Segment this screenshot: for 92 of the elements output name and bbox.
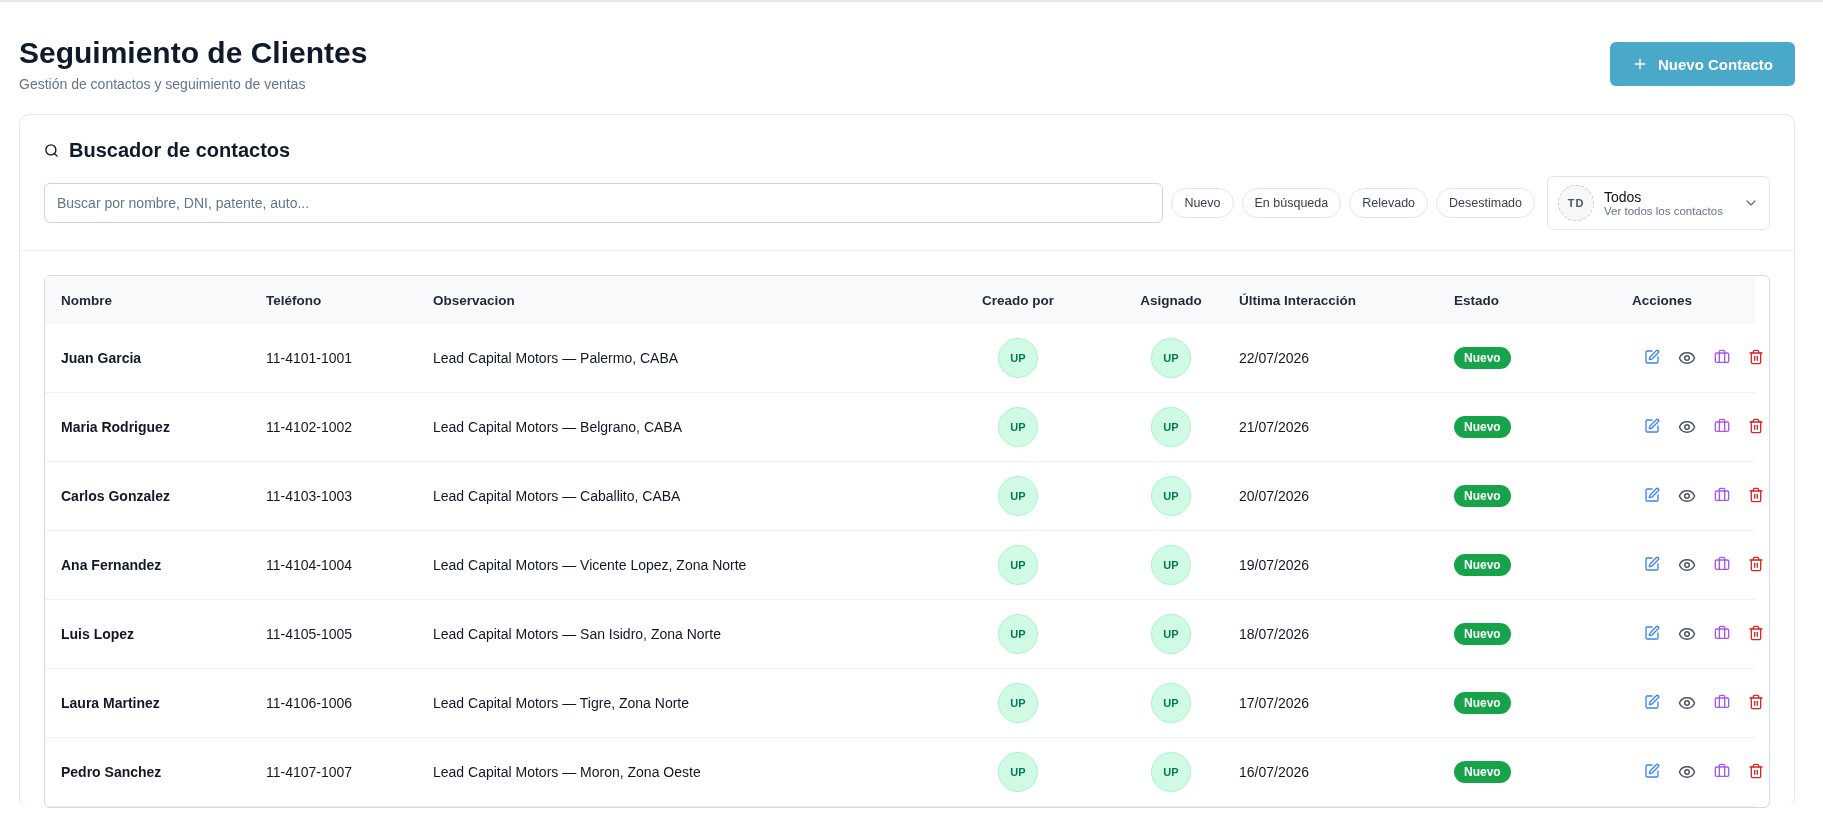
search-icon [44, 143, 59, 158]
name-cell-text: Pedro Sanchez [61, 764, 163, 780]
note-cell-text: Lead Capital Motors — San Isidro, Zona Norte [433, 626, 722, 642]
creator-avatar: UP [998, 683, 1038, 723]
view-button[interactable] [1678, 556, 1696, 574]
name-cell-text: Luis Lopez [61, 626, 136, 642]
note-cell-text: Lead Capital Motors — Moron, Zona Oeste [433, 764, 702, 780]
phone-cell-text: 11-4102-1002 [266, 419, 354, 435]
name-cell-text: Maria Rodriguez [61, 419, 171, 435]
edit-button[interactable] [1644, 694, 1660, 712]
filter-chip[interactable]: En búsqueda [1241, 188, 1342, 218]
date-cell-text: 16/07/2026 [1239, 764, 1311, 780]
creator-avatar: UP [998, 614, 1038, 654]
creator-avatar: UP [998, 476, 1038, 516]
column-header: Asignado [1140, 292, 1202, 308]
column-header: Teléfono [266, 292, 322, 308]
select-title: Todos [1604, 189, 1643, 205]
assignee-avatar: UP [1151, 476, 1191, 516]
column-header: Observacion [433, 292, 515, 308]
assignee-avatar: UP [1151, 545, 1191, 585]
date-cell-text: 19/07/2026 [1239, 557, 1311, 573]
edit-button[interactable] [1644, 487, 1660, 505]
panel-title: Buscador de contactos [69, 139, 291, 162]
edit-button[interactable] [1644, 625, 1660, 643]
phone-cell-text: 11-4106-1006 [266, 695, 354, 711]
search-field[interactable]: Buscar por nombre, DNI, patente, auto... [44, 183, 1164, 223]
phone-cell-text: 11-4105-1005 [266, 626, 354, 642]
view-button[interactable] [1678, 763, 1696, 781]
note-cell-text: Lead Capital Motors — Palermo, CABA [433, 350, 680, 366]
column-header: Creado por [982, 292, 1054, 308]
page-subtitle: Gestión de contactos y seguimiento de ventas [19, 76, 307, 92]
filter-chip[interactable]: Relevado [1349, 188, 1429, 218]
edit-button[interactable] [1644, 418, 1660, 436]
edit-button[interactable] [1644, 349, 1660, 367]
delete-button[interactable] [1748, 556, 1764, 574]
note-cell-text: Lead Capital Motors — Tigre, Zona Norte [433, 695, 690, 711]
delete-button[interactable] [1748, 694, 1764, 712]
status-badge: Nuevo [1454, 485, 1511, 507]
assignee-avatar: UP [1151, 614, 1191, 654]
select-subtitle: Ver todos los contactos [1604, 205, 1724, 217]
phone-cell-text: 11-4107-1007 [266, 764, 354, 780]
user-select[interactable]: TD Todos Ver todos los contactos [1547, 176, 1770, 230]
phone-cell-text: 11-4103-1003 [266, 488, 354, 504]
date-cell-text: 18/07/2026 [1239, 626, 1311, 642]
name-cell-text: Laura Martinez [61, 695, 161, 711]
view-button[interactable] [1678, 418, 1696, 436]
view-button[interactable] [1678, 694, 1696, 712]
note-cell-text: Lead Capital Motors — Caballito, CABA [433, 488, 682, 504]
status-badge: Nuevo [1454, 554, 1511, 576]
phone-cell-text: 11-4104-1004 [266, 557, 354, 573]
status-badge: Nuevo [1454, 347, 1511, 369]
column-header: Estado [1454, 292, 1499, 308]
column-header: Acciones [1632, 292, 1693, 308]
edit-button[interactable] [1644, 763, 1660, 781]
delete-button[interactable] [1748, 487, 1764, 505]
date-cell-text: 22/07/2026 [1239, 350, 1311, 366]
phone-cell-text: 11-4101-1001 [266, 350, 354, 366]
date-cell-text: 17/07/2026 [1239, 695, 1311, 711]
assignee-avatar: UP [1151, 683, 1191, 723]
status-badge: Nuevo [1454, 761, 1511, 783]
creator-avatar: UP [998, 407, 1038, 447]
avatar-initials: TD [1558, 185, 1594, 221]
date-cell-text: 20/07/2026 [1239, 488, 1311, 504]
page-title: Seguimiento de Clientes [19, 36, 368, 70]
status-badge: Nuevo [1454, 416, 1511, 438]
view-button[interactable] [1678, 349, 1696, 367]
note-cell-text: Lead Capital Motors — Vicente Lopez, Zona Norte [433, 557, 748, 573]
delete-button[interactable] [1748, 763, 1764, 781]
name-cell-text: Carlos Gonzalez [61, 488, 171, 504]
assignee-avatar: UP [1151, 338, 1191, 378]
name-cell-text: Ana Fernandez [61, 557, 163, 573]
status-badge: Nuevo [1454, 692, 1511, 714]
name-cell-text: Juan Garcia [61, 350, 143, 366]
plus-icon [1632, 56, 1648, 72]
filter-chip[interactable]: Desestimado [1436, 188, 1535, 218]
assignee-avatar: UP [1151, 752, 1191, 792]
date-cell-text: 21/07/2026 [1239, 419, 1311, 435]
creator-avatar: UP [998, 338, 1038, 378]
delete-button[interactable] [1748, 418, 1764, 436]
view-button[interactable] [1678, 625, 1696, 643]
column-header: Nombre [61, 292, 112, 308]
creator-avatar: UP [998, 752, 1038, 792]
assignee-avatar: UP [1151, 407, 1191, 447]
status-badge: Nuevo [1454, 623, 1511, 645]
filter-chip[interactable]: Nuevo [1171, 188, 1234, 218]
column-header: Última Interacción [1239, 292, 1357, 308]
delete-button[interactable] [1748, 349, 1764, 367]
view-button[interactable] [1678, 487, 1696, 505]
creator-avatar: UP [998, 545, 1038, 585]
note-cell-text: Lead Capital Motors — Belgrano, CABA [433, 419, 683, 435]
delete-button[interactable] [1748, 625, 1764, 643]
edit-button[interactable] [1644, 556, 1660, 574]
